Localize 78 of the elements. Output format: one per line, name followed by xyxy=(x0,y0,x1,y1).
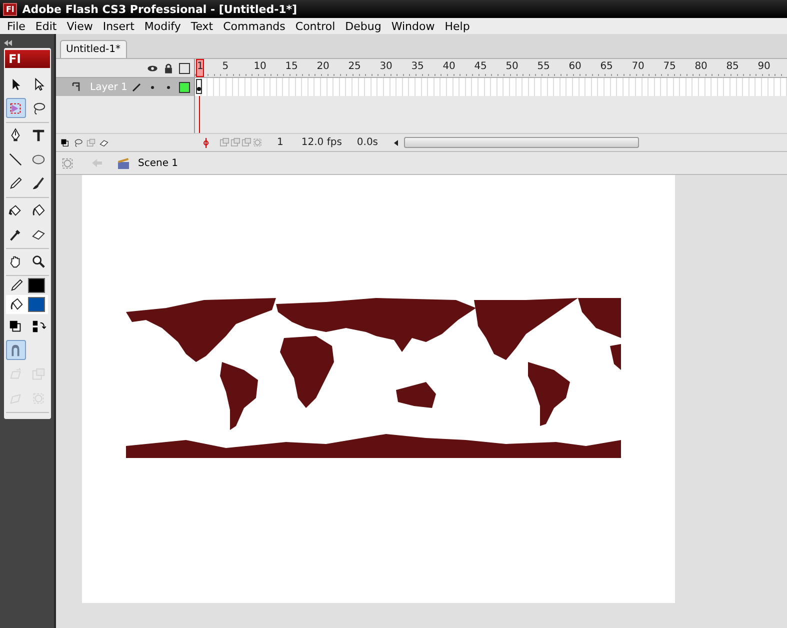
brush-icon xyxy=(31,176,46,190)
fill-icon xyxy=(9,297,24,312)
playhead[interactable] xyxy=(196,59,204,77)
app-logo: Fl xyxy=(3,2,18,16)
document-tab[interactable]: Untitled-1* xyxy=(60,40,127,58)
clapperboard-icon xyxy=(117,156,130,170)
swap-colors-icon xyxy=(31,318,46,334)
layer-icon xyxy=(72,82,82,92)
ink-bottle-icon xyxy=(8,202,23,218)
free-transform-icon xyxy=(8,100,23,116)
menu-item[interactable]: Help xyxy=(440,20,475,32)
menu-item[interactable]: View xyxy=(62,20,98,32)
stroke-icon xyxy=(9,278,24,293)
onion-skin-icon[interactable] xyxy=(201,138,211,148)
frame-number: 5 xyxy=(222,61,229,72)
menu-item[interactable]: Window xyxy=(386,20,440,32)
straighten-icon xyxy=(31,366,46,382)
frame-number: 65 xyxy=(600,61,613,72)
frame-rate[interactable]: 12.0 fps xyxy=(301,137,342,148)
scroll-left-icon[interactable] xyxy=(392,138,400,146)
frame-number: 70 xyxy=(632,61,644,72)
window-title: Adobe Flash CS3 Professional - [Untitled-1*] xyxy=(22,2,298,16)
line-icon xyxy=(8,152,23,166)
snap-tool[interactable] xyxy=(6,340,26,360)
frame-number: 35 xyxy=(411,61,424,72)
visibility-dot[interactable] xyxy=(151,86,154,88)
color-swatch[interactable] xyxy=(28,278,45,293)
paint-bucket-icon xyxy=(31,202,46,218)
lock-icon xyxy=(163,62,174,74)
edit-frames-icon xyxy=(230,137,241,148)
fill-color-control[interactable] xyxy=(6,295,48,314)
frame-number: 60 xyxy=(568,61,582,72)
frame-number: 55 xyxy=(537,61,550,72)
menu-item[interactable]: Commands xyxy=(218,20,290,32)
scale-icon xyxy=(31,390,46,406)
current-frame: 1 xyxy=(277,137,284,148)
menu-item[interactable]: Edit xyxy=(30,20,62,32)
layer-name: Layer 1 xyxy=(90,82,128,92)
frame-number: 1 xyxy=(197,61,204,72)
frame-number: 15 xyxy=(285,61,298,72)
frame-number: 50 xyxy=(506,61,518,72)
menu-item[interactable]: Modify xyxy=(139,20,186,32)
pencil-icon xyxy=(132,82,142,92)
menu-item[interactable]: Control xyxy=(290,20,340,32)
menu-item[interactable]: Debug xyxy=(340,20,386,32)
elapsed-time: 0.0s xyxy=(356,137,378,148)
scroll-thumb[interactable] xyxy=(404,137,640,148)
frame-number: 85 xyxy=(726,61,739,72)
frame-number: 30 xyxy=(380,61,392,72)
frame-number: 20 xyxy=(316,61,330,72)
frame-number: 40 xyxy=(442,61,456,72)
onion-outline-icon xyxy=(219,137,230,148)
scene-name[interactable]: Scene 1 xyxy=(138,158,178,168)
onion-markers-icon xyxy=(241,137,252,148)
frame-cells[interactable] xyxy=(195,78,787,96)
zoom-icon xyxy=(31,254,46,268)
menu-item[interactable]: File xyxy=(2,20,30,32)
frame-number: 75 xyxy=(663,61,676,72)
menu-item[interactable]: Text xyxy=(186,20,218,32)
new-layer-icon xyxy=(60,138,70,148)
color-swatch[interactable] xyxy=(28,297,45,312)
frame-number: 10 xyxy=(254,61,266,72)
keyframe[interactable] xyxy=(196,79,202,94)
default-colors-icon xyxy=(8,318,23,334)
panel-logo: Fl xyxy=(4,50,50,68)
outline-icon[interactable] xyxy=(179,62,190,74)
lock-dot[interactable] xyxy=(167,86,170,88)
text-icon xyxy=(31,128,46,142)
free-transform-tool[interactable] xyxy=(6,98,26,118)
frame-number: 80 xyxy=(694,61,708,72)
layer-color[interactable] xyxy=(179,82,190,92)
frame-number: 45 xyxy=(474,61,487,72)
frame-number: 90 xyxy=(758,61,770,72)
smooth-icon xyxy=(8,366,23,382)
lasso-icon xyxy=(31,100,46,116)
menu-item[interactable]: Insert xyxy=(98,20,140,32)
pencil-icon xyxy=(8,176,23,190)
frame-number: 25 xyxy=(348,61,361,72)
